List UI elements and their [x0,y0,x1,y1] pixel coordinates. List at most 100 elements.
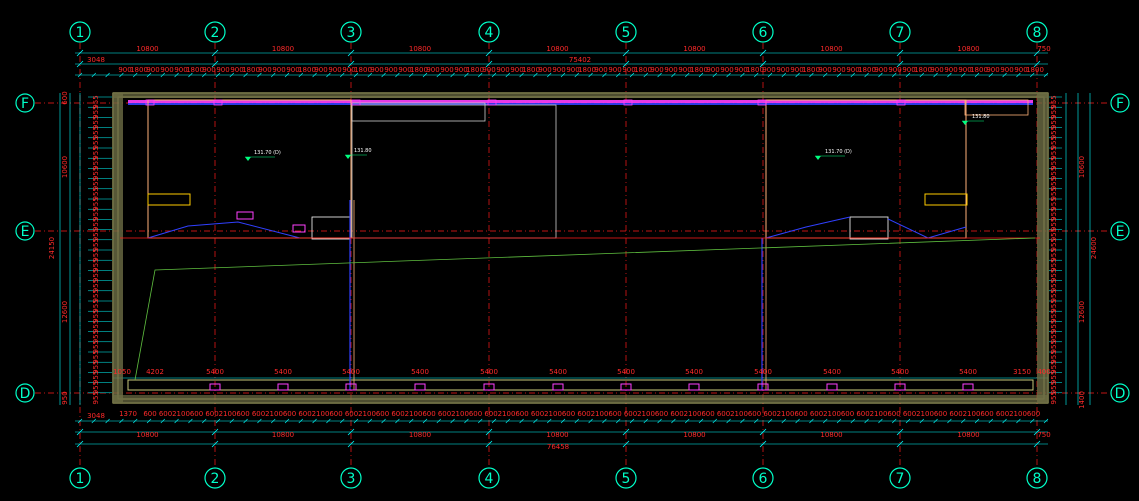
inner-row-dimension: 5400 [891,368,909,376]
level-text: 131.80 [354,148,372,154]
bottom-strip-dimension: 600 [903,410,916,418]
bottom-strip-dimension: 600 [298,410,311,418]
equipment-mark [826,383,838,391]
bottom-strip-dimension: 2100 [637,410,655,418]
bottom-strip-dimension: 2100 [172,410,190,418]
fine-dimension: 1800 [410,66,428,74]
row-bay-right: 10600 [1078,156,1086,178]
column-bubble-label: 4 [485,471,494,487]
fine-dimension: 1800 [354,66,372,74]
level-mark: 131.70 (D) [245,150,281,161]
inner-row-dimension: 5400 [411,368,429,376]
bottom-bay-dimension: 10800 [820,431,842,439]
inner-row-dimension: 5400 [549,368,567,376]
inner-left-end: 1050 [113,368,131,376]
cad-floor-plan: 1122334455667788 F FE ED D 131.70 (D) 13… [15,21,1130,489]
inner-row-dimension: 5400 [823,368,841,376]
top-bay-dimension: 10800 [136,45,158,53]
inner-row-dimension: 5400 [754,368,772,376]
dimension-lines [59,49,1091,448]
row-bay-right: 12600 [1078,301,1086,323]
fine-dimension: 1800 [690,66,708,74]
bottom-bay-dimension: 10800 [546,431,568,439]
fine-dimension: 900 [1000,66,1013,74]
fine-dimension: 900 [328,66,341,74]
fine-dimension: 1800 [802,66,820,74]
bottom-strip-dimension: 2100 [405,410,423,418]
equipment-mark [962,383,974,391]
column-bubble-label: 5 [622,471,631,487]
fine-dimension: 1800 [298,66,316,74]
bottom-bay-dimension: 10800 [272,431,294,439]
fine-vertical-dimension: 955 [92,391,100,404]
fine-dimension: 1800 [746,66,764,74]
top-right-offset: 750 [1037,45,1050,53]
fine-dimension: 1800 [130,66,148,74]
bottom-strip-dimension: 2100 [498,410,516,418]
bottom-strip-dimension: 600 [345,410,358,418]
row-total-right: 24600 [1090,237,1098,259]
column-bubble-label: 5 [622,25,631,41]
inner-row-dimension: 5400 [274,368,292,376]
equipment-mark [688,383,700,391]
column-bubble-label: 1 [76,471,85,487]
row-total-left: 24150 [48,237,56,259]
inner-row-dimension: 5400 [617,368,635,376]
bottom-strip-dimension: 600 [531,410,544,418]
inner-row-dimension: 4202 [146,368,164,376]
bottom-strip-dimension: 600 [376,410,389,418]
top-bay-dimension: 10800 [546,45,568,53]
bottom-total-dimension: 76458 [547,443,569,451]
fine-dimension: 900 [216,66,229,74]
inner-row-dimension: 5400 [959,368,977,376]
bottom-strip-dimension: 2100 [823,410,841,418]
bottom-strip-dimension: 600 [577,410,590,418]
bottom-right-offset: 750 [1037,431,1050,439]
bottom-strip-dimension: 2100 [963,410,981,418]
top-bay-dimension: 10800 [820,45,842,53]
row-bubble-label: E [1116,224,1125,240]
fine-dimension: 1800 [186,66,204,74]
rooms [147,99,1029,240]
fine-dimension: 900 [762,66,775,74]
column-bubble-label: 2 [211,471,220,487]
column-bubble-label: 3 [347,471,356,487]
equipment-mark [552,383,564,391]
fine-dimension: 900 [538,66,551,74]
fine-dimension: 1800 [970,66,988,74]
row-bay-left: 12600 [61,301,69,323]
inner-row-dimension: 5400 [342,368,360,376]
bottom-bay-dimension: 10800 [957,431,979,439]
top-bay-dimension: 10800 [683,45,705,53]
bottom-offset-left: 950 [61,391,69,404]
bottom-strip-dimension: 600 [980,410,993,418]
fine-dimension: 900 [608,66,621,74]
fine-dimension: 900 [874,66,887,74]
bottom-strip-first: 1370 [119,410,137,418]
top-left-offset: 3048 [87,56,105,64]
fine-vertical-dimension: 955 [1050,391,1058,404]
level-text: 131.80 [972,114,990,120]
bottom-strip-dimension: 600 [562,410,575,418]
top-bay-dimension: 10800 [272,45,294,53]
row-bubble-label: D [1115,386,1126,402]
fine-dimension: 900 [986,66,999,74]
row-bubble-label: F [21,96,29,112]
fine-dimension: 1800 [634,66,652,74]
pipes [120,200,1040,390]
bottom-strip-dimension: 600 [205,410,218,418]
top-bay-dimension: 10800 [409,45,431,53]
column-bubble-label: 7 [896,471,905,487]
fine-dimension: 900 [370,66,383,74]
bottom-strip-dimension: 600 [655,410,668,418]
equipment-mark [277,383,289,391]
bottom-offset-right: 1400 [1078,391,1086,409]
outer-wall [112,92,1049,404]
bottom-strip-dimension: 600 [391,410,404,418]
fine-dimension: 900 [888,66,901,74]
bottom-strip-dimension: 2100 [1009,410,1027,418]
bottom-strip-dimension: 2100 [777,410,795,418]
bottom-strip-dimension: 2100 [870,410,888,418]
fine-dimension: 900 [272,66,285,74]
row-bubble-label: F [1116,96,1124,112]
